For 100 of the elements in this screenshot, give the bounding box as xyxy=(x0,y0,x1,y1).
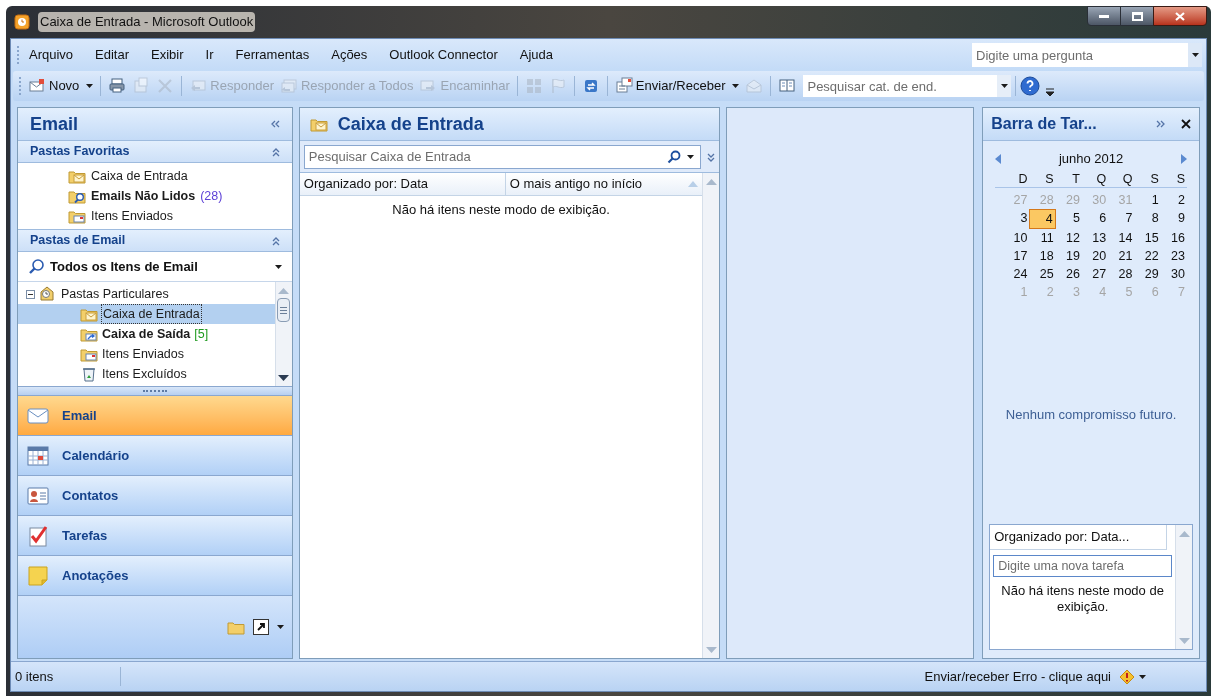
column-header[interactable]: O mais antigo no início xyxy=(505,173,703,195)
search-icon[interactable] xyxy=(667,149,682,164)
reply-all-icon xyxy=(279,77,298,95)
calendar-day[interactable]: 1 xyxy=(1134,190,1161,209)
menu-item[interactable]: Editar xyxy=(95,45,130,65)
maximize-button[interactable] xyxy=(1121,6,1153,26)
menu-item[interactable]: Ferramentas xyxy=(235,45,310,65)
favorite-folder-item[interactable]: Emails Não Lidos (28) xyxy=(18,186,292,206)
calendar-day[interactable]: 24 xyxy=(1003,264,1030,283)
weekday-label: S xyxy=(1149,170,1160,187)
outbox-folder-icon xyxy=(80,326,98,342)
folder-tree-item[interactable]: Itens Excluídos xyxy=(18,364,275,384)
scrollbar-thumb[interactable] xyxy=(277,298,291,322)
dropdown-button[interactable] xyxy=(1188,43,1202,67)
help-search-field[interactable]: Digite uma pergunta xyxy=(972,43,1188,67)
trash-can-icon xyxy=(80,366,98,382)
menu-item[interactable]: Ir xyxy=(205,45,214,65)
nav-button[interactable]: Calendário xyxy=(18,436,292,476)
section-title: Pastas Favoritas xyxy=(30,143,130,161)
calendar-day[interactable]: 9 xyxy=(1160,208,1187,229)
favorite-folder-item[interactable]: Caixa de Entrada xyxy=(18,166,292,186)
shortcut-icon[interactable] xyxy=(252,619,269,635)
dropdown-button[interactable] xyxy=(997,75,1012,97)
calendar-day[interactable]: 26 xyxy=(1055,264,1082,283)
sticky-note-icon xyxy=(26,563,50,588)
minimize-button[interactable] xyxy=(1087,6,1121,26)
calendar-day[interactable]: 6 xyxy=(1081,208,1109,229)
menu-item[interactable]: Arquivo xyxy=(29,45,74,65)
calendar-day[interactable]: 27 xyxy=(1081,264,1109,283)
calendar-day[interactable]: 2 xyxy=(1160,190,1187,209)
expand-query-icon[interactable] xyxy=(707,151,716,162)
inbox-search-box[interactable]: Pesquisar Caixa de Entrada xyxy=(303,144,702,169)
address-search-field[interactable]: Pesquisar cat. de end. xyxy=(803,75,998,97)
calendar-day[interactable]: 19 xyxy=(1055,246,1082,265)
weekday-label: T xyxy=(1071,170,1081,187)
new-task-field[interactable]: Digite uma nova tarefa xyxy=(993,555,1172,577)
folder-tree-item[interactable]: Itens Enviados xyxy=(18,344,275,364)
calendar-day[interactable]: 11 xyxy=(1029,228,1056,247)
calendar-day[interactable]: 21 xyxy=(1108,246,1135,265)
calendar-day[interactable]: 8 xyxy=(1134,208,1161,229)
expand-pane-icon[interactable] xyxy=(1155,120,1165,128)
menu-item[interactable]: Ajuda xyxy=(519,45,553,65)
calendar-day[interactable]: 18 xyxy=(1029,246,1056,265)
calendar-day[interactable]: 15 xyxy=(1134,228,1161,247)
warning-icon[interactable] xyxy=(1119,668,1135,685)
overflow-icon[interactable] xyxy=(1046,87,1055,97)
nav-button[interactable]: Anotações xyxy=(18,556,292,596)
calendar-day[interactable]: 5 xyxy=(1055,208,1082,229)
folder-tree-item[interactable]: Caixa de Entrada xyxy=(18,304,275,324)
calendar-day[interactable]: 16 xyxy=(1160,228,1187,247)
collapse-section-icon[interactable] xyxy=(271,235,280,246)
scroll-down-arrow-icon[interactable] xyxy=(278,375,290,382)
help-icon[interactable] xyxy=(1020,76,1041,96)
send-receive-error-link[interactable]: Enviar/receber Erro - clique aqui xyxy=(924,666,1111,687)
calendar-day[interactable]: 14 xyxy=(1108,228,1135,247)
calendar-day[interactable]: 7 xyxy=(1108,208,1135,229)
menu-item[interactable]: Ações xyxy=(331,45,368,65)
calendar-day[interactable]: 10 xyxy=(1003,228,1030,247)
status-text: 0 itens xyxy=(11,666,121,687)
menu-item[interactable]: Exibir xyxy=(151,45,184,65)
collapse-toggle-icon[interactable] xyxy=(26,289,35,299)
folder-tree-item[interactable]: Pastas Particulares xyxy=(18,284,275,304)
calendar-day[interactable]: 13 xyxy=(1081,228,1109,247)
calendar-day[interactable]: 3 xyxy=(1003,208,1030,229)
previous-month-arrow-icon[interactable] xyxy=(995,153,1002,164)
calendar-day[interactable]: 25 xyxy=(1029,264,1056,283)
calendar-day[interactable]: 28 xyxy=(1108,264,1135,283)
send-receive-icon xyxy=(614,77,633,95)
calendar-day[interactable]: 20 xyxy=(1081,246,1109,265)
weekday-label: D xyxy=(1017,170,1029,187)
collapse-pane-icon[interactable] xyxy=(269,120,280,128)
collapse-section-icon[interactable] xyxy=(271,146,280,157)
calendar-day[interactable]: 22 xyxy=(1134,246,1161,265)
app-logo-icon xyxy=(14,14,30,30)
maximize-icon xyxy=(1131,11,1143,21)
folder-tree-item[interactable]: Caixa de Saída [5] xyxy=(18,324,275,344)
nav-button[interactable]: Contatos xyxy=(18,476,292,516)
column-header[interactable]: Organizado por: Data xyxy=(299,173,506,195)
nav-button[interactable]: Tarefas xyxy=(18,516,292,556)
next-month-arrow-icon[interactable] xyxy=(1181,153,1187,164)
inbox-folder-icon xyxy=(68,168,86,184)
view-selector[interactable]: Todos os Itens de Email xyxy=(18,252,292,282)
new-mail-icon xyxy=(28,77,46,95)
calendar-day[interactable]: 12 xyxy=(1055,228,1082,247)
toolbar-button[interactable]: Novo xyxy=(25,74,97,98)
toolbar-button[interactable]: Enviar/Receber xyxy=(611,74,743,98)
dropdown-caret-icon xyxy=(732,84,740,88)
close-button[interactable] xyxy=(1153,6,1207,26)
calendar-day[interactable]: 17 xyxy=(1003,246,1030,265)
calendar-day[interactable]: 4 xyxy=(1029,208,1056,229)
menu-item[interactable]: Outlook Connector xyxy=(389,45,498,65)
column-header[interactable]: Organizado por: Data... xyxy=(990,525,1167,550)
nav-button[interactable]: Email xyxy=(18,396,292,436)
favorite-folder-item[interactable]: Itens Enviados xyxy=(18,206,292,226)
caret-icon xyxy=(1139,674,1146,679)
calendar-day[interactable]: 23 xyxy=(1160,246,1187,265)
calendar-day[interactable]: 29 xyxy=(1134,264,1161,283)
close-icon[interactable] xyxy=(1181,119,1191,129)
calendar-day[interactable]: 30 xyxy=(1160,264,1187,283)
search-folder-icon xyxy=(28,257,46,276)
